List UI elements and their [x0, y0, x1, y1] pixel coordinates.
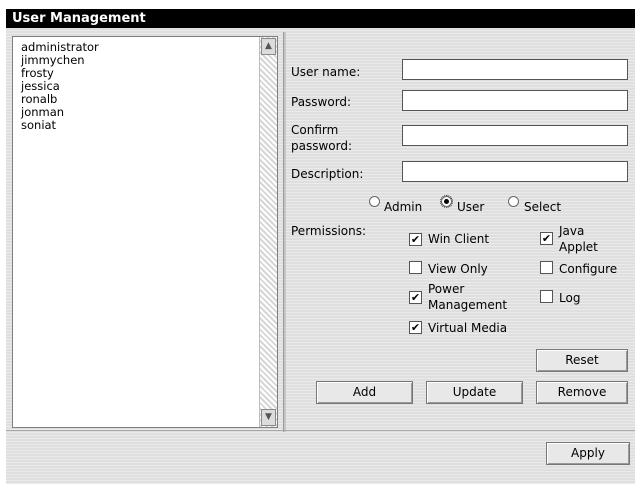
horizontal-divider [6, 430, 635, 431]
virtual-media-label[interactable]: Virtual Media [428, 321, 507, 335]
apply-button[interactable]: Apply [546, 442, 630, 465]
reset-button[interactable]: Reset [536, 349, 628, 372]
confirm-password-label-line1: Confirm [291, 123, 339, 137]
power-management-checkbox[interactable]: ✔ [409, 291, 422, 304]
permissions-label: Permissions: [291, 224, 367, 238]
vertical-divider [283, 32, 286, 432]
description-field[interactable] [402, 161, 628, 182]
username-field[interactable] [402, 59, 628, 80]
confirm-password-label-line2: password: [291, 139, 353, 153]
password-field[interactable] [402, 90, 628, 111]
power-management-label-line1[interactable]: Power [428, 282, 464, 296]
admin-radio-label[interactable]: Admin [384, 200, 422, 214]
configure-checkbox[interactable] [540, 261, 553, 274]
java-applet-label-line1[interactable]: Java [559, 224, 584, 238]
view-only-checkbox[interactable] [409, 261, 422, 274]
scroll-up-icon[interactable]: ▲ [261, 38, 276, 55]
username-label: User name: [291, 65, 361, 79]
java-applet-label-line2[interactable]: Applet [559, 240, 598, 254]
user-radio-label[interactable]: User [457, 200, 484, 214]
window-title: User Management [6, 9, 635, 28]
user-radio[interactable] [440, 195, 453, 208]
java-applet-checkbox[interactable]: ✔ [540, 232, 553, 245]
admin-radio[interactable] [369, 196, 380, 207]
description-label: Description: [291, 167, 364, 181]
select-radio-label[interactable]: Select [524, 200, 561, 214]
win-client-checkbox[interactable]: ✔ [409, 233, 422, 246]
scroll-down-icon[interactable]: ▼ [261, 409, 276, 426]
vertical-scrollbar[interactable]: ▲ ▼ [259, 37, 277, 427]
log-label[interactable]: Log [559, 291, 580, 305]
virtual-media-checkbox[interactable]: ✔ [409, 321, 422, 334]
log-checkbox[interactable] [540, 290, 553, 303]
win-client-label[interactable]: Win Client [428, 232, 489, 246]
confirm-password-field[interactable] [402, 125, 628, 146]
user-list[interactable]: administrator jimmychen frosty jessica r… [12, 36, 278, 428]
select-radio[interactable] [508, 196, 519, 207]
update-button[interactable]: Update [426, 381, 523, 404]
remove-button[interactable]: Remove [536, 381, 628, 404]
configure-label[interactable]: Configure [559, 262, 617, 276]
password-label: Password: [291, 95, 352, 109]
list-item[interactable]: soniat [21, 119, 99, 132]
view-only-label[interactable]: View Only [428, 262, 488, 276]
add-button[interactable]: Add [316, 381, 413, 404]
power-management-label-line2[interactable]: Management [428, 298, 507, 312]
